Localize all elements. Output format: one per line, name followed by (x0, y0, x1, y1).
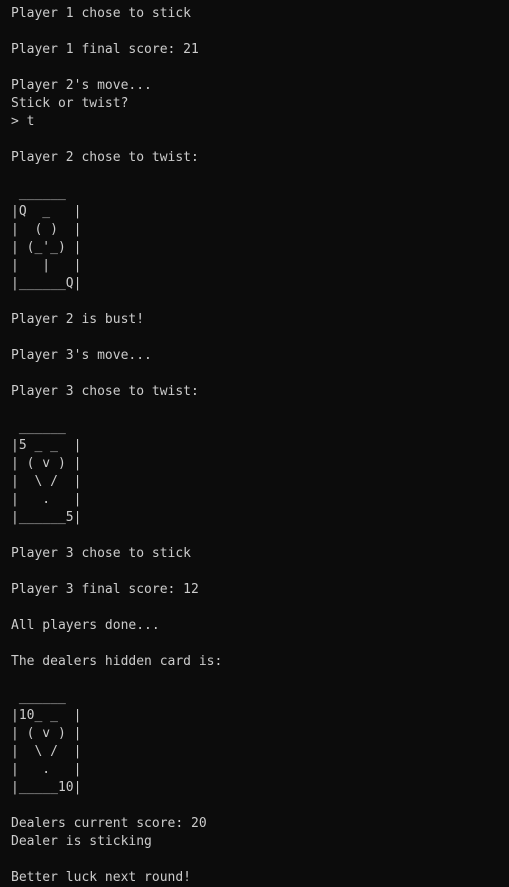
card-art-line: |5 _ _ | (11, 438, 82, 453)
card-art-line: | (_'_) | (11, 240, 82, 255)
output-line: Stick or twist? (11, 96, 129, 111)
card-art-line: | | | (11, 258, 82, 273)
card-art-line: |Q _ | (11, 204, 82, 219)
output-line: > t (11, 114, 35, 129)
output-line: All players done... (11, 618, 160, 633)
output-line: Better luck next round! (11, 870, 192, 885)
card-art-line: | \ / | (11, 474, 82, 489)
output-line: Player 1 chose to stick (11, 6, 192, 21)
card-art-line: |_____10| (11, 780, 82, 795)
card-art-line: | ( ) | (11, 222, 82, 237)
output-line: Player 2 chose to twist: (11, 150, 199, 165)
card-art-line: ______ (11, 420, 66, 435)
card-art-line: | ( v ) | (11, 456, 82, 471)
card-art-line: | ( v ) | (11, 726, 82, 741)
card-art-line: |______Q| (11, 276, 82, 291)
card-art-line: | \ / | (11, 744, 82, 759)
output-line: Player 1 final score: 21 (11, 42, 199, 57)
output-line: Player 3 chose to stick (11, 546, 192, 561)
output-line: Player 3's move... (11, 348, 152, 363)
card-art-line: | . | (11, 762, 82, 777)
output-line: Player 2 is bust! (11, 312, 145, 327)
output-line: Dealers current score: 20 (11, 816, 207, 831)
output-line: The dealers hidden card is: (11, 654, 223, 669)
card-art-line: |10_ _ | (11, 708, 82, 723)
card-art-line: ______ (11, 690, 66, 705)
output-line: Player 3 chose to twist: (11, 384, 199, 399)
card-art-line: | . | (11, 492, 82, 507)
output-line: Dealer is sticking (11, 834, 152, 849)
card-art-line: |______5| (11, 510, 82, 525)
card-art-line: ______ (11, 186, 66, 201)
terminal-output[interactable]: Player 1 chose to stick Player 1 final s… (0, 0, 509, 885)
output-line: Player 2's move... (11, 78, 152, 93)
output-line: Player 3 final score: 12 (11, 582, 199, 597)
